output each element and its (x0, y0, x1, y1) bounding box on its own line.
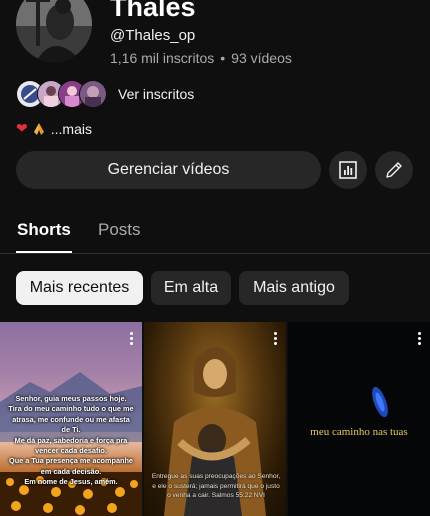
short-thumbnail[interactable]: Entregue as suas preocupações ao Senhor,… (144, 322, 286, 516)
praying-hands-icon (33, 122, 44, 135)
channel-description[interactable]: ❤ ...mais (16, 120, 92, 137)
filter-chip-most-recent[interactable]: Mais recentes (16, 271, 143, 305)
view-subscribers-label: Ver inscritos (118, 86, 195, 102)
stats-separator: • (220, 50, 226, 66)
channel-stats: 1,16 mil inscritos • 93 vídeos (110, 50, 292, 66)
more-options-icon[interactable] (130, 332, 134, 347)
short-overlay-text: Senhor, guia meus passos hoje. Tira do m… (8, 394, 134, 487)
channel-avatar[interactable] (16, 0, 92, 62)
subscriber-count: 1,16 mil inscritos (110, 50, 215, 66)
pencil-icon (386, 162, 402, 178)
more-options-icon[interactable] (274, 332, 278, 347)
manage-videos-button[interactable]: Gerenciar vídeos (16, 151, 321, 189)
tab-posts[interactable]: Posts (98, 220, 141, 240)
channel-name: Thales (110, 0, 196, 22)
analytics-button[interactable] (329, 151, 367, 189)
short-thumbnail[interactable]: meu caminho nas tuas (288, 322, 430, 516)
channel-handle: @Thales_op (110, 27, 196, 44)
short-thumbnail[interactable]: Senhor, guia meus passos hoje. Tira do m… (0, 322, 142, 516)
analytics-icon (339, 161, 357, 179)
description-more: ...mais (50, 120, 92, 137)
tabs-divider (0, 253, 430, 254)
edit-channel-button[interactable] (375, 151, 413, 189)
filter-chip-trending[interactable]: Em alta (151, 271, 231, 305)
view-subscribers-link[interactable]: Ver inscritos (16, 80, 194, 108)
blue-light-image (372, 386, 388, 418)
subscriber-avatar (79, 80, 107, 108)
filter-chip-oldest[interactable]: Mais antigo (239, 271, 349, 305)
subscriber-avatars (16, 80, 107, 108)
heart-emoji-icon: ❤ (16, 120, 28, 136)
video-count: 93 vídeos (231, 50, 292, 66)
manage-videos-label: Gerenciar vídeos (107, 161, 230, 178)
more-options-icon[interactable] (418, 332, 422, 347)
short-overlay-text: meu caminho nas tuas (310, 426, 408, 438)
short-overlay-text: Entregue as suas preocupações ao Senhor,… (151, 473, 281, 499)
tab-shorts[interactable]: Shorts (17, 220, 71, 240)
